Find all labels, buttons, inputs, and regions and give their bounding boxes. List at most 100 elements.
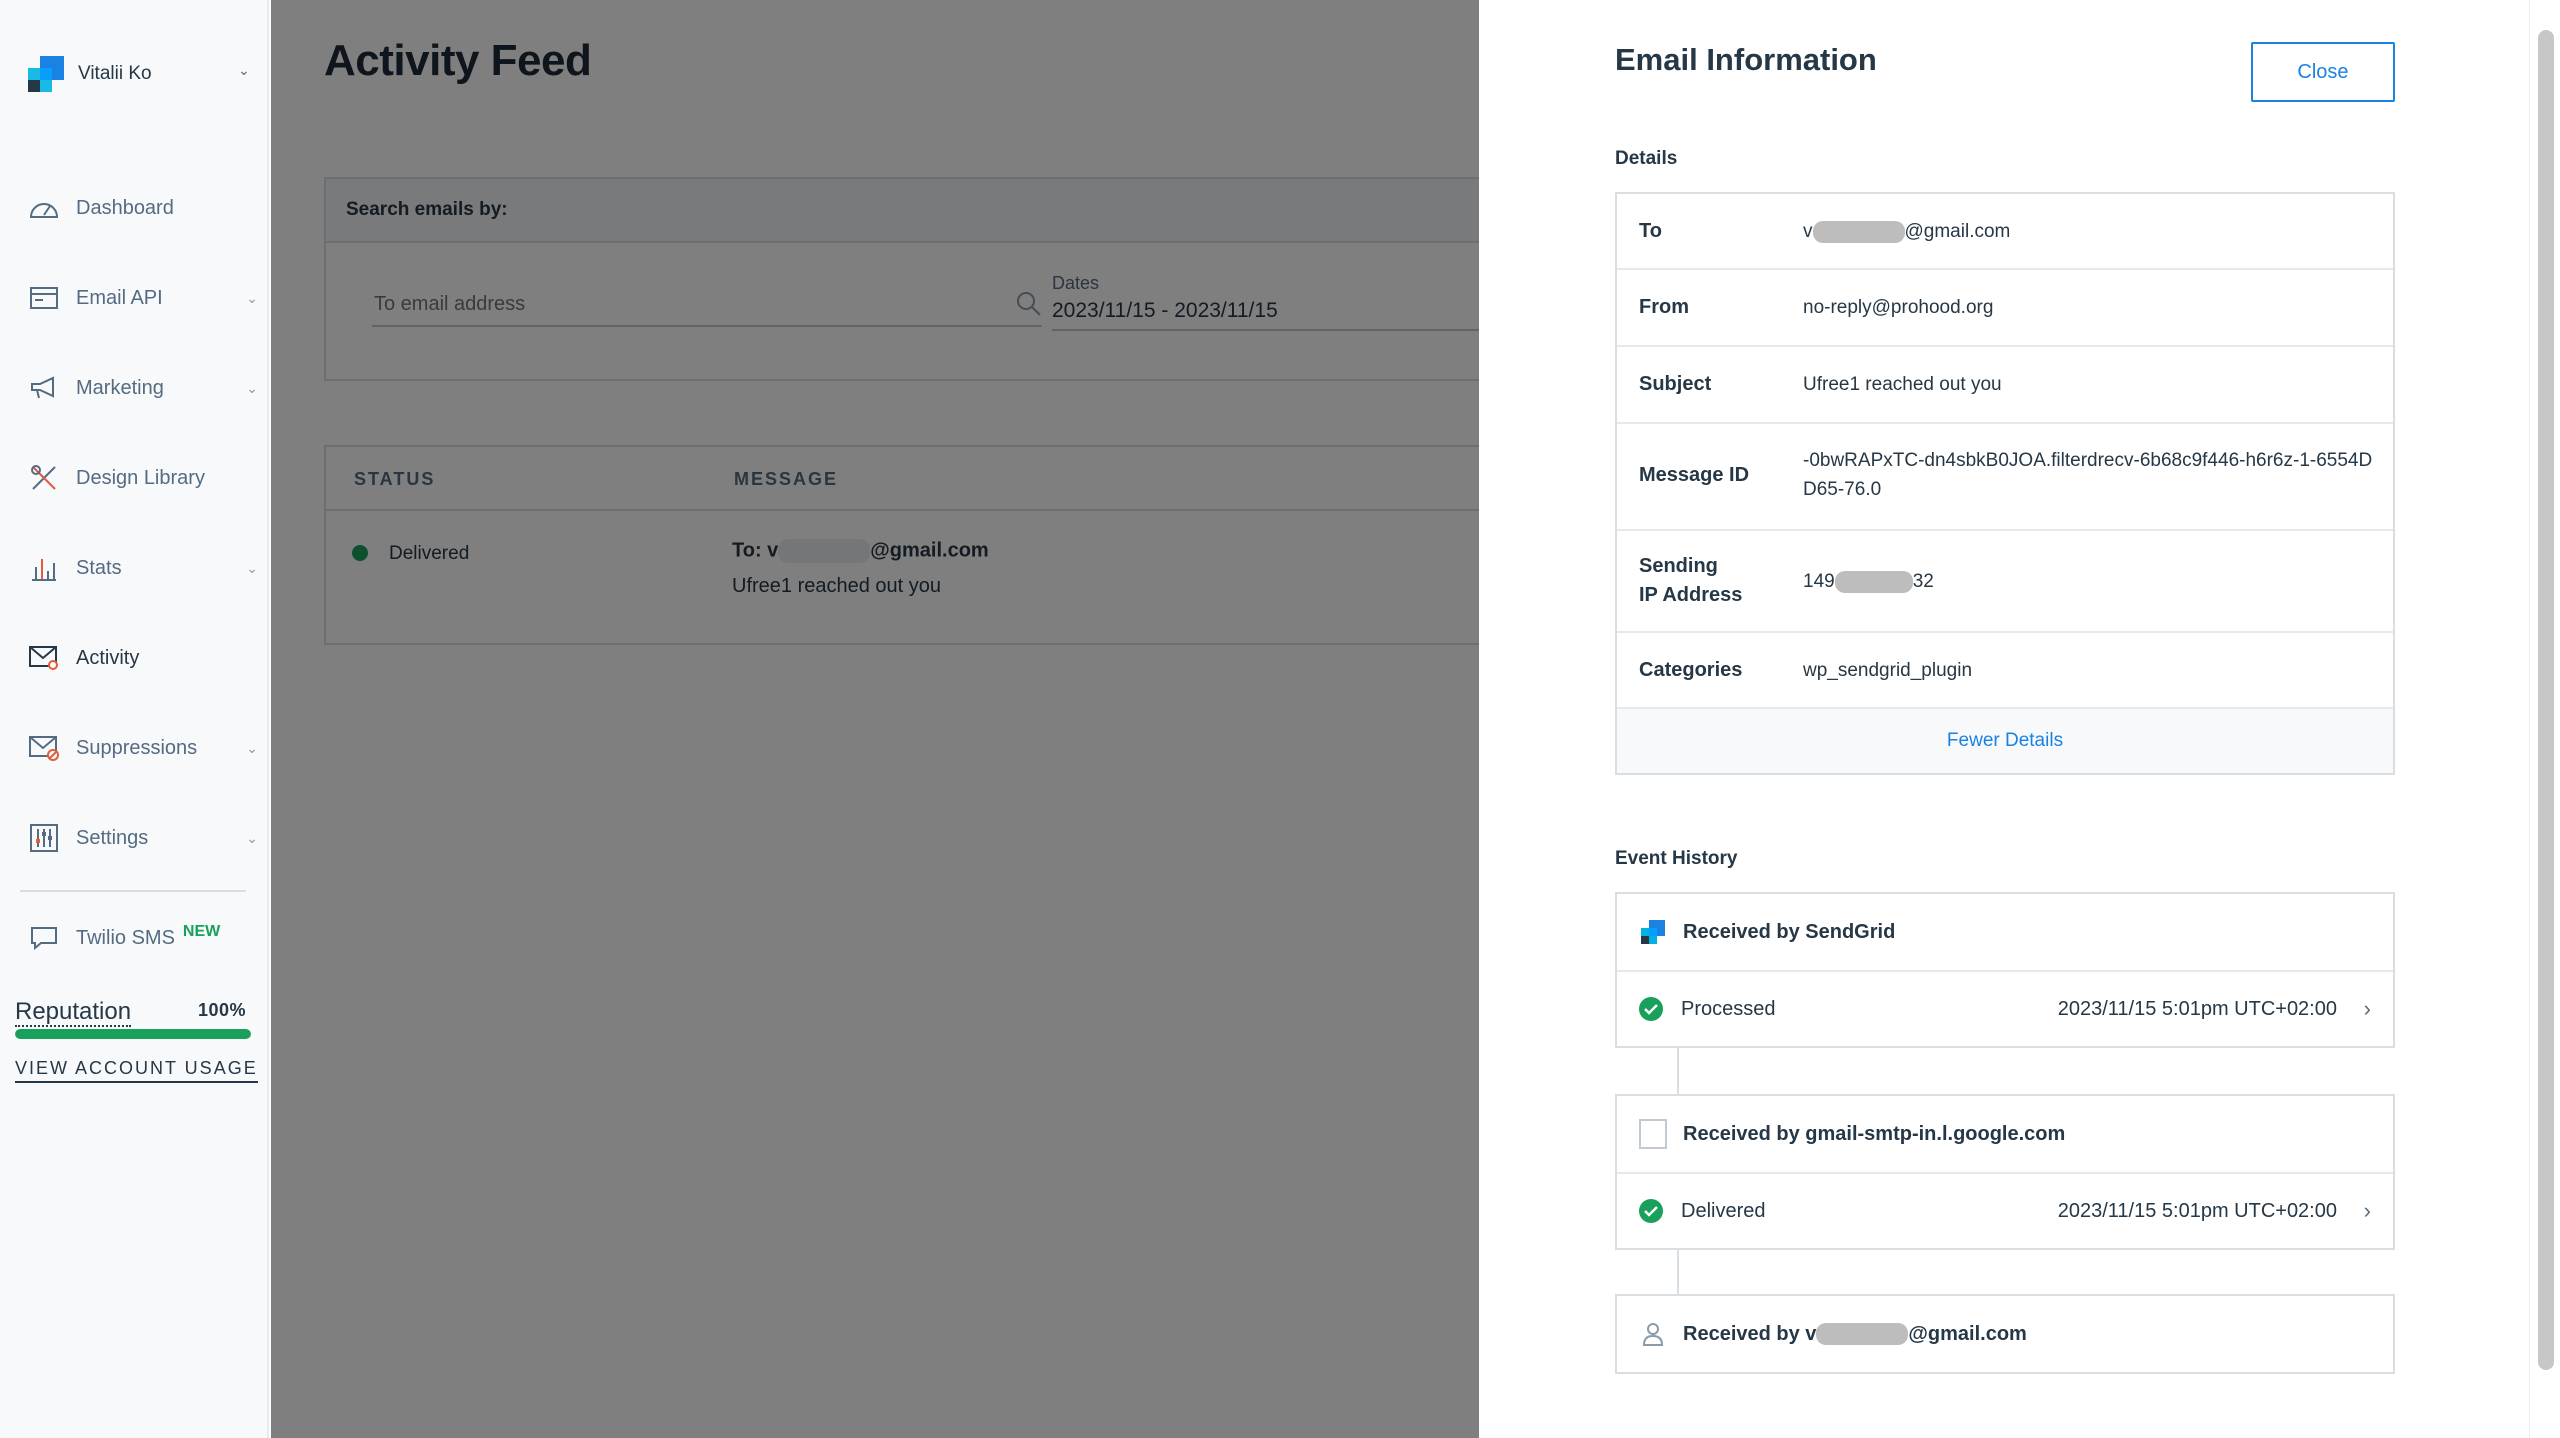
event-card-sendgrid: Received by SendGrid Processed 2023/11/1…: [1615, 892, 2395, 1048]
sidebar-item-label: Activity: [76, 646, 140, 669]
event-row-processed[interactable]: Processed 2023/11/15 5:01pm UTC+02:00 ›: [1617, 970, 2393, 1046]
sidebar-item-marketing[interactable]: Marketing ⌄: [28, 368, 258, 408]
dashboard-icon: [28, 192, 60, 224]
detail-key-ip: Sending IP Address: [1639, 552, 1742, 610]
detail-value-ip: 149 32: [1803, 567, 2373, 596]
event-source-label: Received by gmail-smtp-in.l.google.com: [1683, 1122, 2066, 1145]
redacted-block: [1834, 570, 1913, 593]
reputation-progress-bar: [15, 1029, 251, 1039]
bar-chart-icon: [28, 552, 60, 584]
event-status: Processed: [1681, 997, 1776, 1020]
ip-key-line2: IP Address: [1639, 584, 1743, 606]
chevron-right-icon: ›: [2363, 996, 2371, 1021]
sidebar-item-label: Settings: [76, 826, 149, 849]
sidebar-item-label: Dashboard: [76, 196, 174, 219]
design-library-icon: [28, 462, 60, 494]
sendgrid-logo-icon: [1639, 918, 1667, 946]
event-card-gmail: Received by gmail-smtp-in.l.google.com D…: [1615, 1094, 2395, 1250]
new-badge: NEW: [182, 923, 221, 940]
chevron-down-icon: ⌄: [246, 559, 258, 576]
close-button[interactable]: Close: [2251, 42, 2395, 102]
suppressions-icon: [28, 732, 60, 764]
event-timestamp: 2023/11/15 5:01pm UTC+02:00: [2057, 997, 2337, 1020]
event-card-header: Received by gmail-smtp-in.l.google.com: [1617, 1096, 2393, 1172]
chevron-down-icon: ⌄: [246, 379, 258, 396]
check-circle-icon: [1639, 997, 1663, 1021]
detail-key: To: [1639, 220, 1662, 242]
sidebar-item-twilio-sms[interactable]: Twilio SMS NEW: [28, 918, 258, 958]
event-status: Delivered: [1681, 1199, 1766, 1222]
redacted-block: [1816, 1323, 1909, 1346]
fewer-details-button[interactable]: Fewer Details: [1617, 709, 2393, 773]
event-row-delivered[interactable]: Delivered 2023/11/15 5:01pm UTC+02:00 ›: [1617, 1172, 2393, 1248]
sidebar-item-email-api[interactable]: Email API ⌄: [28, 278, 258, 318]
chevron-down-icon: ⌄: [246, 289, 258, 306]
sidebar-item-label: Design Library: [76, 466, 205, 489]
reputation-progress-fill: [15, 1029, 251, 1039]
to-prefix: v: [1803, 221, 1813, 242]
panel-scrollbar[interactable]: [2529, 0, 2560, 1438]
ip-key-line1: Sending: [1639, 555, 1718, 577]
sidebar-item-label: Suppressions: [76, 736, 198, 759]
panel-title: Email Information: [1615, 42, 1877, 77]
sidebar-item-stats[interactable]: Stats ⌄: [28, 548, 258, 588]
detail-value-message-id: -0bwRAPxTC-dn4sbkB0JOA.filterdrecv-6b68c…: [1803, 450, 2373, 500]
details-section-label: Details: [1615, 148, 1678, 169]
detail-row-subject: Subject Ufree1 reached out you: [1617, 347, 2393, 424]
sidebar-item-dashboard[interactable]: Dashboard: [28, 188, 258, 228]
account-name: Vitalii Ko: [78, 63, 152, 84]
detail-key: From: [1639, 296, 1689, 318]
megaphone-icon: [28, 372, 60, 404]
sidebar-item-settings[interactable]: Settings ⌄: [28, 818, 258, 858]
sidebar-item-label: Email API: [76, 286, 163, 309]
chevron-right-icon: ›: [2363, 1198, 2371, 1223]
detail-row-message-id: Message ID -0bwRAPxTC-dn4sbkB0JOA.filter…: [1617, 424, 2393, 531]
sidebar-item-label: Twilio SMS: [76, 926, 175, 949]
event-timestamp: 2023/11/15 5:01pm UTC+02:00: [2057, 1199, 2337, 1222]
reputation-value: 100%: [198, 1000, 247, 1020]
timeline-connector: [1677, 1047, 1679, 1094]
ip-prefix: 149: [1803, 571, 1835, 592]
reputation-label[interactable]: Reputation: [15, 998, 132, 1027]
sidebar-item-label: Stats: [76, 556, 122, 579]
view-account-usage-link[interactable]: VIEW ACCOUNT USAGE: [15, 1058, 258, 1083]
blank-server-icon: [1639, 1119, 1667, 1149]
sidebar-item-activity[interactable]: Activity: [28, 638, 258, 678]
sidebar-item-suppressions[interactable]: Suppressions ⌄: [28, 728, 258, 768]
settings-sliders-icon: [28, 822, 60, 854]
user-icon: [1639, 1320, 1667, 1348]
event-source-label-recipient: Received by v @gmail.com: [1683, 1323, 2027, 1346]
email-information-panel: Email Information Close Details To v @gma…: [1479, 0, 2529, 1438]
sidebar: Vitalii Ko ⌄ Dashboard Email API ⌄ Marke…: [0, 0, 269, 1438]
account-switcher[interactable]: Vitalii Ko ⌄: [28, 56, 250, 92]
event-card-recipient: Received by v @gmail.com: [1615, 1294, 2395, 1374]
event-card-header: Received by v @gmail.com: [1617, 1296, 2393, 1372]
detail-value-from: no-reply@prohood.org: [1803, 297, 1994, 318]
event-source-label: Received by SendGrid: [1683, 920, 1896, 943]
detail-value-to: v @gmail.com: [1803, 217, 2373, 246]
timeline-connector: [1677, 1248, 1679, 1294]
to-suffix: @gmail.com: [1904, 221, 2011, 242]
chevron-down-icon: ⌄: [238, 62, 250, 78]
detail-key: Message ID: [1639, 464, 1750, 486]
event-card-header: Received by SendGrid: [1617, 894, 2393, 970]
redacted-block: [1812, 220, 1905, 243]
activity-envelope-icon: [28, 642, 60, 674]
details-table: To v @gmail.com From no-reply@prohood.org…: [1615, 192, 2395, 775]
chat-bubble-icon: [28, 922, 60, 954]
scrollbar-thumb[interactable]: [2538, 30, 2554, 1370]
detail-row-categories: Categories wp_sendgrid_plugin: [1617, 633, 2393, 709]
reputation-label-text: Reputation: [15, 998, 132, 1027]
detail-row-ip: Sending IP Address 149 32: [1617, 531, 2393, 633]
sidebar-item-label: Marketing: [76, 376, 164, 399]
email-api-icon: [28, 282, 60, 314]
sidebar-item-design-library[interactable]: Design Library: [28, 458, 258, 498]
detail-row-from: From no-reply@prohood.org: [1617, 270, 2393, 347]
ip-suffix: 32: [1912, 571, 1934, 592]
event-history-section-label: Event History: [1615, 848, 1738, 869]
detail-value-categories: wp_sendgrid_plugin: [1803, 660, 1973, 681]
received-by-prefix: Received by v: [1683, 1322, 1817, 1345]
detail-value-subject: Ufree1 reached out you: [1803, 374, 2002, 395]
received-by-suffix: @gmail.com: [1908, 1322, 2027, 1345]
sendgrid-logo-icon: [28, 56, 64, 92]
